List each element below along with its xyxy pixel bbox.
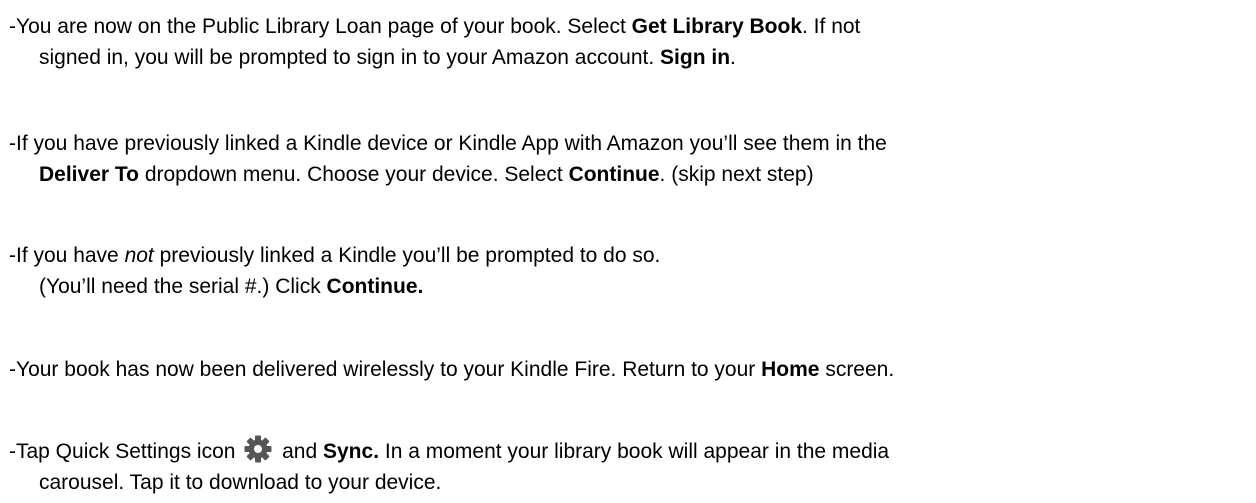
step-line: (You’ll need the serial #.) Click Contin… bbox=[9, 271, 1249, 302]
step-line: -Tap Quick Settings icon and Sync. In a … bbox=[9, 435, 1249, 467]
bold-text-sync: Sync. bbox=[323, 440, 380, 463]
step-line: -If you have previously linked a Kindle … bbox=[9, 128, 1249, 159]
text-run: carousel. Tap it to download to your dev… bbox=[39, 471, 442, 494]
gear-icon bbox=[244, 435, 272, 463]
text-run: -If you have bbox=[9, 244, 125, 267]
text-run: signed in, you will be prompted to sign … bbox=[39, 46, 661, 69]
bold-text-deliver-to: Deliver To bbox=[39, 163, 139, 186]
bold-text-continue: Continue bbox=[568, 163, 660, 186]
step-get-library-book: -You are now on the Public Library Loan … bbox=[9, 11, 1249, 73]
text-run: -Your book has now been delivered wirele… bbox=[9, 358, 762, 381]
italic-text-not: not bbox=[124, 244, 154, 267]
text-run: . If not bbox=[802, 15, 861, 38]
bold-text-continue: Continue. bbox=[326, 275, 424, 298]
step-line: signed in, you will be prompted to sign … bbox=[9, 42, 1249, 73]
step-line: -Your book has now been delivered wirele… bbox=[9, 354, 1249, 385]
text-run: . (skip next step) bbox=[659, 163, 814, 186]
text-run: previously linked a Kindle you’ll be pro… bbox=[153, 244, 661, 267]
step-line: -If you have not previously linked a Kin… bbox=[9, 240, 1249, 271]
step-deliver-to: -If you have previously linked a Kindle … bbox=[9, 128, 1249, 190]
step-line: carousel. Tap it to download to your dev… bbox=[9, 467, 1249, 498]
instruction-document: -You are now on the Public Library Loan … bbox=[0, 0, 1256, 503]
text-run: screen. bbox=[819, 358, 895, 381]
bold-text-home: Home bbox=[761, 358, 820, 381]
bold-text-sign-in: Sign in bbox=[660, 46, 731, 69]
text-run: -Tap Quick Settings icon bbox=[9, 440, 242, 463]
text-run: . bbox=[730, 46, 736, 69]
text-run: and bbox=[276, 440, 323, 463]
bold-text-get-library-book: Get Library Book bbox=[631, 15, 803, 38]
step-link-kindle: -If you have not previously linked a Kin… bbox=[9, 240, 1249, 302]
text-run: -You are now on the Public Library Loan … bbox=[9, 15, 632, 38]
step-line: Deliver To dropdown menu. Choose your de… bbox=[9, 159, 1249, 190]
text-run: -If you have previously linked a Kindle … bbox=[9, 132, 887, 155]
text-run: (You’ll need the serial #.) Click bbox=[39, 275, 327, 298]
step-delivered: -Your book has now been delivered wirele… bbox=[9, 354, 1249, 385]
step-line: -You are now on the Public Library Loan … bbox=[9, 11, 1249, 42]
step-sync: -Tap Quick Settings icon and Sync. In a … bbox=[9, 435, 1249, 498]
text-run: In a moment your library book will appea… bbox=[379, 440, 890, 463]
text-run: dropdown menu. Choose your device. Selec… bbox=[138, 163, 569, 186]
